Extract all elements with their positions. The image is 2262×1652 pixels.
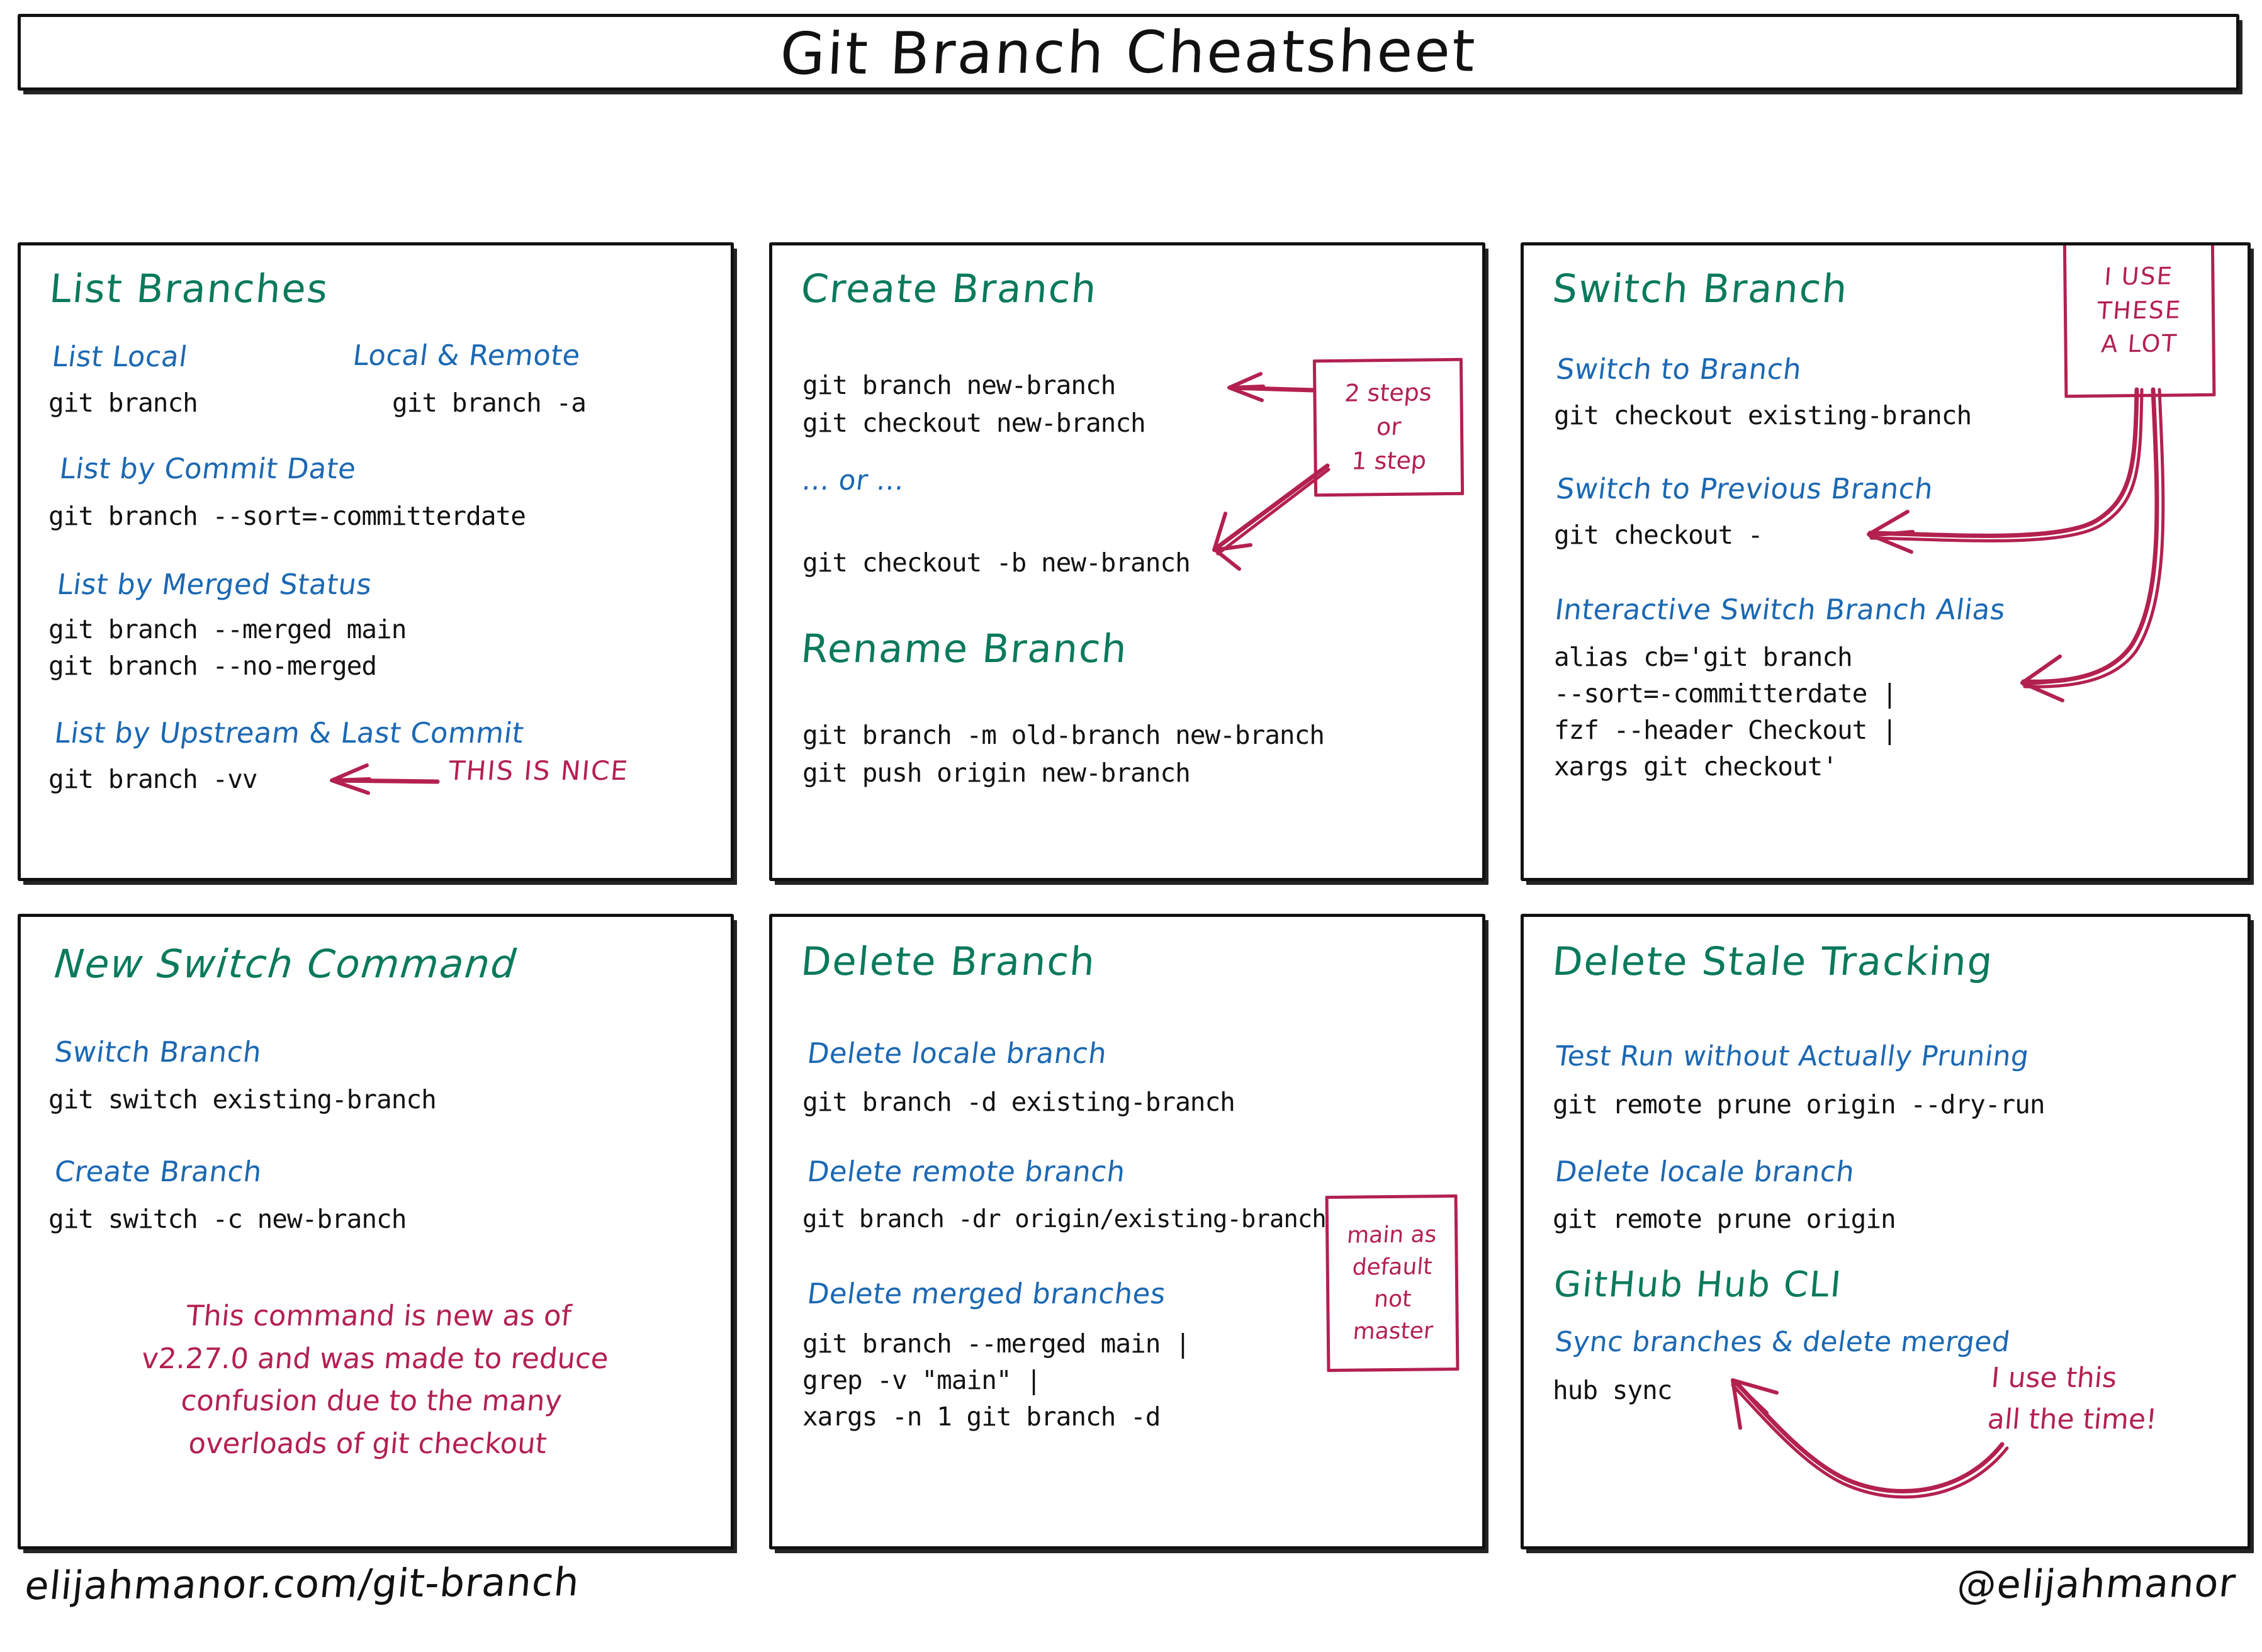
code-delete-merged-3: xargs -n 1 git branch -d [802, 1402, 1161, 1432]
code-commit-date: git branch --sort=-committerdate [48, 501, 526, 531]
callout-use-line1: I USE [2103, 261, 2175, 291]
footer-handle[interactable]: @elijahmanor [1955, 1559, 2238, 1607]
label-local-remote: Local & Remote [351, 339, 583, 372]
arrow-left-icon [330, 763, 440, 795]
github-hub-cli-heading: GitHub Hub CLI [1552, 1264, 1844, 1305]
code-switch-to-branch: git checkout existing-branch [1554, 400, 1972, 430]
code-stale-prune: git remote prune origin [1553, 1204, 1896, 1234]
label-sync-branches: Sync branches & delete merged [1553, 1326, 2012, 1358]
callout-main-line2: default [1351, 1254, 1433, 1281]
callout-use-line3: A LOT [2100, 329, 2179, 359]
note-line-3: confusion due to the many [179, 1384, 563, 1417]
callout-main-line4: master [1351, 1318, 1434, 1345]
code-alias-1: alias cb='git branch [1554, 642, 1853, 672]
label-switch-to-branch: Switch to Branch [1554, 352, 1804, 386]
page-title: Git Branch Cheatsheet [779, 17, 1478, 87]
annotation-this-is-nice: THIS IS NICE [447, 755, 630, 786]
code-create-2: git checkout new-branch [802, 408, 1146, 438]
note-line-1: This command is new as of [184, 1299, 573, 1332]
callout-steps-line3: 1 step [1350, 446, 1427, 475]
callout-main-as-default: main as default not master [1325, 1194, 1460, 1373]
label-delete-merged: Delete merged branches [805, 1277, 1168, 1310]
code-dry-run: git remote prune origin --dry-run [1553, 1089, 2045, 1120]
callout-main-line1: main as [1346, 1222, 1438, 1249]
code-alias-4: xargs git checkout' [1554, 751, 1838, 782]
annotation-line-1: I use this [1989, 1362, 2119, 1394]
panel-create-branch: Create Branch git branch new-branch git … [769, 242, 1485, 881]
label-commit-date: List by Commit Date [57, 452, 358, 485]
note-line-4: overloads of git checkout [187, 1426, 548, 1460]
code-rename-1: git branch -m old-branch new-branch [802, 720, 1325, 750]
code-list-local: git branch [48, 388, 198, 418]
label-delete-remote: Delete remote branch [805, 1155, 1128, 1188]
code-delete-local: git branch -d existing-branch [802, 1087, 1235, 1117]
code-delete-remote: git branch -dr origin/existing-branch [802, 1205, 1327, 1233]
panel-list-branches: List Branches List Local git branch Loca… [18, 242, 734, 881]
rename-branch-heading: Rename Branch [799, 626, 1130, 671]
note-new-switch-command: This command is new as of v2.27.0 and wa… [38, 1295, 708, 1464]
label-switch-previous: Switch to Previous Branch [1554, 472, 1935, 505]
label-new-create-branch: Create Branch [52, 1155, 264, 1188]
callout-steps-line1: 2 steps [1343, 378, 1433, 407]
cheatsheet-page: Git Branch Cheatsheet List Branches List… [0, 0, 2262, 1652]
switch-branch-heading: Switch Branch [1550, 266, 1850, 312]
arrow-curve-to-alias-icon [2020, 387, 2165, 702]
panel-delete-branch: Delete Branch Delete locale branch git b… [769, 914, 1485, 1549]
footer-site-url[interactable]: elijahmanor.com/git-branch [23, 1559, 582, 1609]
callout-steps-line2: or [1375, 412, 1402, 441]
list-branches-heading: List Branches [47, 266, 331, 312]
title-box: Git Branch Cheatsheet [18, 14, 2239, 91]
label-delete-local: Delete locale branch [805, 1037, 1109, 1070]
code-create-1: git branch new-branch [802, 370, 1116, 400]
callout-steps: 2 steps or 1 step [1312, 357, 1465, 497]
new-switch-heading: New Switch Command [52, 941, 519, 987]
callout-main-line3: not [1373, 1286, 1412, 1313]
delete-stale-heading: Delete Stale Tracking [1550, 938, 1996, 984]
code-local-remote: git branch -a [392, 388, 587, 418]
annotation-line-2: all the time! [1986, 1403, 2159, 1436]
code-merged-main: git branch --merged main [48, 614, 407, 644]
panel-delete-stale-tracking: Delete Stale Tracking Test Run without A… [1521, 914, 2251, 1549]
code-switch-previous: git checkout - [1554, 520, 1764, 550]
code-rename-2: git push origin new-branch [802, 758, 1191, 788]
code-create-3: git checkout -b new-branch [802, 548, 1191, 578]
panel-switch-branch: Switch Branch Switch to Branch git check… [1521, 242, 2251, 881]
label-list-local: List Local [50, 340, 189, 373]
label-upstream-last-commit: List by Upstream & Last Commit [52, 716, 526, 750]
code-hub-sync: hub sync [1553, 1375, 1672, 1405]
create-branch-heading: Create Branch [799, 266, 1100, 312]
label-stale-delete-local: Delete locale branch [1553, 1155, 1857, 1188]
code-alias-3: fzf --header Checkout | [1554, 715, 1898, 745]
code-git-switch: git switch existing-branch [48, 1084, 437, 1115]
code-delete-merged-2: grep -v "main" | [802, 1365, 1042, 1395]
code-alias-2: --sort=-committerdate | [1554, 678, 1898, 709]
code-delete-merged-1: git branch --merged main | [802, 1329, 1191, 1359]
note-line-2: v2.27.0 and was made to reduce [140, 1341, 610, 1375]
delete-branch-heading: Delete Branch [799, 938, 1098, 984]
code-branch-vv: git branch -vv [48, 764, 258, 794]
callout-use-line2: THESE [2096, 295, 2183, 325]
label-or: ... or ... [800, 464, 907, 497]
label-merged-status: List by Merged Status [55, 568, 374, 601]
panel-new-switch-command: New Switch Command Switch Branch git swi… [18, 914, 734, 1549]
label-interactive-alias: Interactive Switch Branch Alias [1553, 593, 2008, 626]
code-no-merged: git branch --no-merged [48, 651, 377, 681]
label-dry-run: Test Run without Actually Pruning [1553, 1040, 2031, 1072]
annotation-i-use-this-all-the-time: I use this all the time! [1986, 1357, 2245, 1441]
callout-i-use-these-a-lot: I USE THESE A LOT [2062, 245, 2216, 398]
label-new-switch-branch: Switch Branch [52, 1035, 264, 1069]
code-git-switch-c: git switch -c new-branch [48, 1204, 407, 1234]
